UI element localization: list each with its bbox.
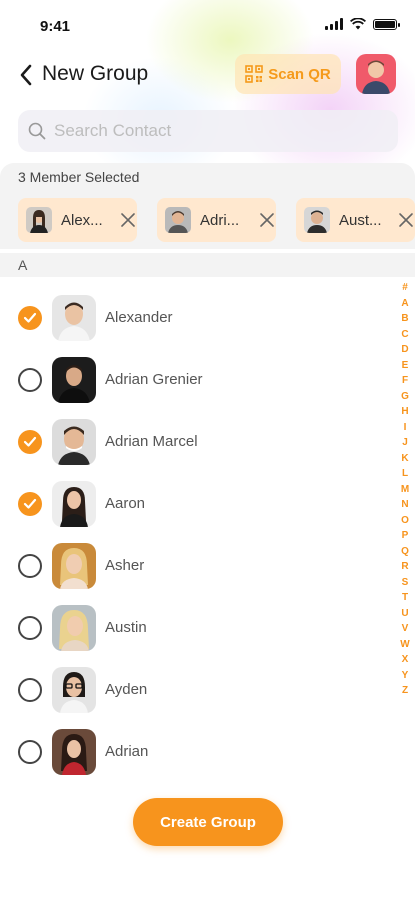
selected-chip[interactable]: Alex... xyxy=(18,198,137,242)
alphabet-index-letter[interactable]: I xyxy=(404,420,407,436)
search-icon xyxy=(28,122,46,140)
section-header: A xyxy=(0,253,415,277)
avatar xyxy=(52,295,96,341)
qr-code-icon xyxy=(245,65,264,83)
avatar xyxy=(52,667,96,713)
alphabet-index-letter[interactable]: A xyxy=(401,296,408,312)
scan-qr-button[interactable]: Scan QR xyxy=(235,54,341,94)
alphabet-index-letter[interactable]: U xyxy=(401,606,408,622)
alphabet-index-letter[interactable]: C xyxy=(401,327,408,343)
alphabet-index-letter[interactable]: S xyxy=(402,575,409,591)
avatar xyxy=(52,481,96,527)
wifi-icon xyxy=(350,18,366,30)
contact-row[interactable]: Adrian Marcel xyxy=(0,413,390,475)
avatar xyxy=(52,543,96,589)
contact-name: Asher xyxy=(105,557,145,574)
alphabet-index-letter[interactable]: X xyxy=(402,652,409,668)
avatar xyxy=(52,419,96,465)
chip-name: Adri... xyxy=(200,211,240,229)
check-icon xyxy=(23,436,37,447)
chip-avatar xyxy=(304,207,330,233)
status-icons xyxy=(325,18,400,30)
chevron-left-icon xyxy=(20,64,32,86)
alphabet-index-letter[interactable]: Q xyxy=(401,544,409,560)
contact-name: Alexander xyxy=(105,309,173,326)
checkbox-checked[interactable] xyxy=(18,306,42,330)
alphabet-index-letter[interactable]: T xyxy=(402,590,408,606)
alphabet-index-letter[interactable]: E xyxy=(402,358,409,374)
create-group-button[interactable]: Create Group xyxy=(133,798,283,846)
status-bar: 9:41 xyxy=(0,0,415,52)
contact-name: Adrian xyxy=(105,743,149,760)
contact-row[interactable]: Austin xyxy=(0,599,390,661)
contact-row[interactable]: Adrian Grenier xyxy=(0,351,390,413)
checkbox-unchecked[interactable] xyxy=(18,740,42,764)
status-time: 9:41 xyxy=(40,18,71,35)
alphabet-index-letter[interactable]: D xyxy=(401,342,408,358)
chip-name: Alex... xyxy=(61,211,103,229)
checkbox-unchecked[interactable] xyxy=(18,368,42,392)
selected-chip[interactable]: Adri... xyxy=(157,198,276,242)
contact-row[interactable]: Adrian xyxy=(0,723,390,785)
close-icon[interactable] xyxy=(258,211,276,229)
chip-avatar xyxy=(26,207,52,233)
contact-name: Aaron xyxy=(105,495,146,512)
contact-name: Adrian Marcel xyxy=(105,433,198,450)
avatar xyxy=(52,605,96,651)
checkbox-checked[interactable] xyxy=(18,492,42,516)
alphabet-index-letter[interactable]: W xyxy=(400,637,409,653)
alphabet-index-letter[interactable]: R xyxy=(401,559,408,575)
alphabet-index-letter[interactable]: N xyxy=(401,497,408,513)
contact-name: Adrian Grenier xyxy=(105,371,203,388)
contact-row[interactable]: Aaron xyxy=(0,475,390,537)
contact-name: Austin xyxy=(105,619,147,636)
chip-name: Aust... xyxy=(339,211,382,229)
search-input[interactable] xyxy=(54,121,374,141)
battery-icon xyxy=(373,18,400,30)
alphabet-index-letter[interactable]: V xyxy=(402,621,409,637)
alphabet-index[interactable]: # A B C D E F G H I J K L M N O P Q R S T U V W X Y Z xyxy=(398,280,412,699)
checkbox-checked[interactable] xyxy=(18,430,42,454)
avatar xyxy=(52,357,96,403)
check-icon xyxy=(23,312,37,323)
selected-chips: Alex... Adri... Aust... xyxy=(0,191,415,249)
page-title: New Group xyxy=(42,62,149,85)
close-icon[interactable] xyxy=(119,211,137,229)
scan-qr-label: Scan QR xyxy=(268,65,331,83)
checkbox-unchecked[interactable] xyxy=(18,616,42,640)
alphabet-index-letter[interactable]: Y xyxy=(402,668,409,684)
contact-name: Ayden xyxy=(105,681,148,698)
chip-avatar xyxy=(165,207,191,233)
selected-chip[interactable]: Aust... xyxy=(296,198,415,242)
contact-row[interactable]: Alexander xyxy=(0,289,390,351)
alphabet-index-letter[interactable]: F xyxy=(402,373,408,389)
alphabet-index-letter[interactable]: P xyxy=(402,528,409,544)
check-icon xyxy=(23,498,37,509)
alphabet-index-letter[interactable]: G xyxy=(401,389,409,405)
checkbox-unchecked[interactable] xyxy=(18,678,42,702)
signal-icon xyxy=(325,18,343,30)
avatar xyxy=(52,729,96,775)
alphabet-index-letter[interactable]: Z xyxy=(402,683,408,699)
user-avatar[interactable] xyxy=(356,54,396,94)
alphabet-index-letter[interactable]: B xyxy=(401,311,408,327)
alphabet-index-letter[interactable]: J xyxy=(402,435,408,451)
alphabet-index-letter[interactable]: H xyxy=(401,404,408,420)
search-bar xyxy=(18,110,398,152)
header: New Group Scan QR xyxy=(0,52,415,98)
selected-count: 3 Member Selected xyxy=(0,163,415,191)
back-button[interactable] xyxy=(14,60,38,90)
close-icon[interactable] xyxy=(397,211,415,229)
alphabet-index-letter[interactable]: M xyxy=(401,482,409,498)
alphabet-index-letter[interactable]: # xyxy=(402,280,408,296)
alphabet-index-letter[interactable]: L xyxy=(402,466,408,482)
contact-row[interactable]: Ayden xyxy=(0,661,390,723)
alphabet-index-letter[interactable]: O xyxy=(401,513,409,529)
contact-row[interactable]: Asher xyxy=(0,537,390,599)
alphabet-index-letter[interactable]: K xyxy=(401,451,408,467)
checkbox-unchecked[interactable] xyxy=(18,554,42,578)
